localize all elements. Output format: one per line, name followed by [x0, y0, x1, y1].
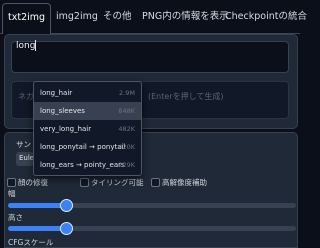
cfg-scale-label: CFGスケール [8, 238, 54, 247]
autocomplete-item-selected[interactable]: long_sleeves 848K [34, 102, 141, 120]
height-slider-fill [8, 226, 66, 231]
autocomplete-popup: long_hair 2.9M long_sleeves 848K very_lo… [33, 81, 142, 176]
restore-faces-label: 顔の修復 [18, 178, 48, 187]
tiling-checkbox[interactable] [80, 178, 89, 187]
restore-faces-checkbox[interactable] [7, 178, 16, 187]
autocomplete-tag: long_hair [40, 89, 73, 97]
width-slider-thumb[interactable] [60, 199, 73, 212]
autocomplete-item[interactable]: long_hair 2.9M [34, 84, 141, 102]
tiling-label: タイリング可能 [91, 178, 144, 187]
tab-img2img[interactable]: img2img [56, 3, 98, 31]
height-slider-thumb[interactable] [60, 222, 73, 235]
tab-bar: txt2img img2img その他 PNG内の情報を表示 Checkpoin… [0, 0, 307, 34]
width-slider-fill [8, 203, 66, 208]
height-label: 高さ [8, 213, 23, 222]
hires-fix-checkbox[interactable] [151, 178, 160, 187]
prompt-textarea[interactable] [11, 41, 289, 73]
autocomplete-count: 482K [118, 125, 135, 133]
tab-extras[interactable]: その他 [103, 3, 132, 31]
width-label: 幅 [8, 189, 16, 198]
negative-prompt-placeholder-suffix: (Enterを押して生成) [148, 92, 224, 101]
autocomplete-tag: long_ears → pointy_ears [40, 161, 125, 169]
autocomplete-tag: long_ponytail → ponytail [40, 143, 126, 151]
autocomplete-item[interactable]: very_long_hair 482K [34, 120, 141, 138]
height-slider[interactable] [8, 222, 296, 235]
autocomplete-count: 2.9M [119, 89, 135, 97]
autocomplete-count: 229K [118, 161, 135, 169]
negative-prompt-placeholder: ネガ [18, 92, 34, 101]
hires-fix-label: 高解像度補助 [162, 178, 207, 187]
autocomplete-count: 420K [118, 143, 135, 151]
autocomplete-tag: very_long_hair [40, 125, 92, 133]
text-caret [35, 40, 36, 51]
sampler-label: サン [16, 140, 31, 149]
autocomplete-item[interactable]: long_ears → pointy_ears 229K [34, 156, 141, 174]
prompt-text: long [16, 41, 36, 51]
autocomplete-count: 848K [118, 107, 135, 115]
sampler-select[interactable]: Eule [16, 152, 34, 166]
tab-checkpoint-merger[interactable]: Checkpointの統合 [225, 3, 307, 31]
sampler-select-value: Eule [19, 154, 34, 162]
tab-txt2img[interactable]: txt2img [2, 3, 52, 34]
autocomplete-item[interactable]: long_ponytail → ponytail 420K [34, 138, 141, 156]
tab-png-info[interactable]: PNG内の情報を表示 [142, 3, 229, 31]
width-slider[interactable] [8, 199, 296, 212]
autocomplete-tag: long_sleeves [40, 107, 85, 115]
